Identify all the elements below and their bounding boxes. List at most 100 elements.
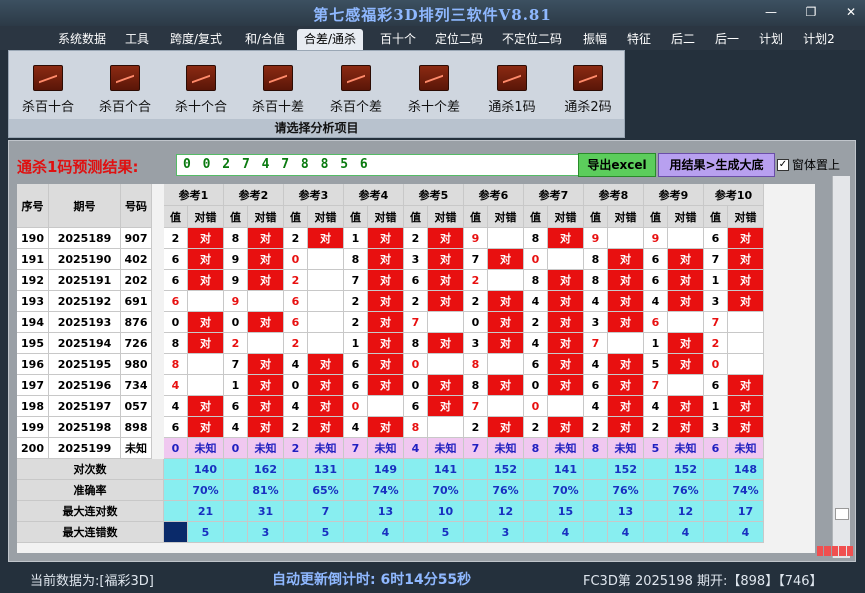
- ref-value: 4: [644, 396, 668, 417]
- export-excel-button[interactable]: 导出excel: [578, 153, 656, 177]
- ref-value: 1: [704, 396, 728, 417]
- ref-value: 2: [524, 417, 548, 438]
- ref-value: 0: [524, 375, 548, 396]
- header-hit: 对错: [248, 206, 284, 228]
- stat-value: 162: [248, 459, 284, 480]
- ref-value: 2: [224, 333, 248, 354]
- ref-hit: [428, 417, 464, 438]
- ref-hit: 未知: [248, 438, 284, 459]
- stat-pad: [164, 522, 188, 543]
- ref-hit: 对: [188, 333, 224, 354]
- stat-pad: [584, 501, 608, 522]
- ref-hit: 对: [548, 312, 584, 333]
- menu-tab[interactable]: 后一: [710, 29, 744, 50]
- ref-hit: 对: [608, 396, 644, 417]
- resize-grip[interactable]: [817, 546, 854, 556]
- pin-checkbox[interactable]: ✓: [777, 158, 789, 171]
- stat-pad: [404, 522, 428, 543]
- ribbon-button[interactable]: 通杀1码: [477, 65, 547, 115]
- ref-value: 6: [704, 438, 728, 459]
- pin-window-toggle[interactable]: ✓ 窗体置上: [777, 156, 840, 173]
- menu-tab[interactable]: 振幅: [578, 29, 612, 50]
- ref-hit: 对: [248, 354, 284, 375]
- restore-icon[interactable]: ❐: [801, 4, 821, 20]
- ref-value: 9: [584, 228, 608, 249]
- ref-value: 8: [524, 438, 548, 459]
- ref-value: 4: [584, 354, 608, 375]
- ribbon-button[interactable]: 杀十个合: [166, 65, 236, 115]
- header-hit: 对错: [668, 206, 704, 228]
- ref-hit: [248, 291, 284, 312]
- ref-value: 7: [344, 270, 368, 291]
- ribbon-button-label: 杀百个合: [98, 100, 151, 115]
- stat-value: 15: [548, 501, 584, 522]
- ref-hit: 对: [308, 375, 344, 396]
- ribbon-button[interactable]: 通杀2码: [553, 65, 623, 115]
- menu-tab[interactable]: 系统数据: [52, 29, 112, 50]
- ref-hit: 未知: [308, 438, 344, 459]
- menu-tab[interactable]: 计划: [754, 29, 788, 50]
- stat-value: 149: [368, 459, 404, 480]
- menu-tab[interactable]: 特征: [622, 29, 656, 50]
- menu-tab[interactable]: 不定位二码: [496, 29, 568, 50]
- close-icon[interactable]: ✕: [841, 4, 861, 20]
- generate-base-button[interactable]: 用结果>生成大底: [658, 153, 775, 177]
- row-number: 876: [121, 312, 152, 333]
- ref-value: 7: [224, 354, 248, 375]
- ref-value: 6: [644, 249, 668, 270]
- menu-tab[interactable]: 定位二码: [430, 29, 488, 50]
- ref-hit: [428, 354, 464, 375]
- row-seq: 199: [17, 417, 49, 438]
- chart-icon: [419, 65, 449, 91]
- stat-pad: [404, 480, 428, 501]
- row-number: 057: [121, 396, 152, 417]
- menu-tab[interactable]: 计划2: [798, 29, 840, 50]
- ref-value: 2: [284, 270, 308, 291]
- pin-label: 窗体置上: [792, 158, 841, 172]
- stat-value: 152: [608, 459, 644, 480]
- ref-value: 8: [524, 270, 548, 291]
- ribbon-button[interactable]: 杀百十差: [243, 65, 313, 115]
- ribbon-button[interactable]: 杀十个差: [399, 65, 469, 115]
- ref-value: 6: [584, 375, 608, 396]
- row-period: 2025198: [49, 417, 121, 438]
- row-seq: 194: [17, 312, 49, 333]
- menu-tab[interactable]: 百十个: [374, 29, 422, 50]
- row-seq: 197: [17, 375, 49, 396]
- minimize-icon[interactable]: —: [761, 4, 781, 20]
- chart-icon: [497, 65, 527, 91]
- stat-pad: [164, 459, 188, 480]
- menu-tab[interactable]: 工具: [120, 29, 154, 50]
- ref-value: 8: [404, 333, 428, 354]
- header-seq: 序号: [17, 184, 49, 228]
- menu-tab[interactable]: 和/合值: [239, 29, 291, 50]
- ref-hit: 对: [488, 291, 524, 312]
- ref-value: 2: [404, 228, 428, 249]
- header-ref: 参考5: [404, 184, 464, 206]
- ref-hit: 对: [248, 270, 284, 291]
- vertical-scrollbar[interactable]: [832, 176, 850, 558]
- stat-pad: [464, 480, 488, 501]
- menu-tab[interactable]: 跨度/复式: [164, 29, 228, 50]
- ref-value: 4: [644, 291, 668, 312]
- stat-value: 152: [488, 459, 524, 480]
- ribbon-button[interactable]: 杀百个差: [321, 65, 391, 115]
- menu-tab[interactable]: 合差/通杀: [297, 29, 363, 50]
- ref-value: 2: [344, 312, 368, 333]
- row-number: 726: [121, 333, 152, 354]
- row-number: 898: [121, 417, 152, 438]
- ref-hit: [188, 354, 224, 375]
- scrollbar-thumb[interactable]: [835, 508, 849, 520]
- row-period: 2025191: [49, 270, 121, 291]
- menu-tab[interactable]: 后二: [666, 29, 700, 50]
- stat-value: 5: [428, 522, 464, 543]
- stat-pad: [404, 459, 428, 480]
- ref-hit: 未知: [428, 438, 464, 459]
- ribbon-button[interactable]: 杀百个合: [90, 65, 160, 115]
- header-hit: 对错: [308, 206, 344, 228]
- ribbon-button-label: 杀十个合: [174, 100, 227, 115]
- prediction-result-field[interactable]: 0 0 2 7 4 7 8 8 5 6: [176, 154, 584, 176]
- ribbon-button[interactable]: 杀百十合: [13, 65, 83, 115]
- ref-value: 8: [224, 228, 248, 249]
- row-seq: 196: [17, 354, 49, 375]
